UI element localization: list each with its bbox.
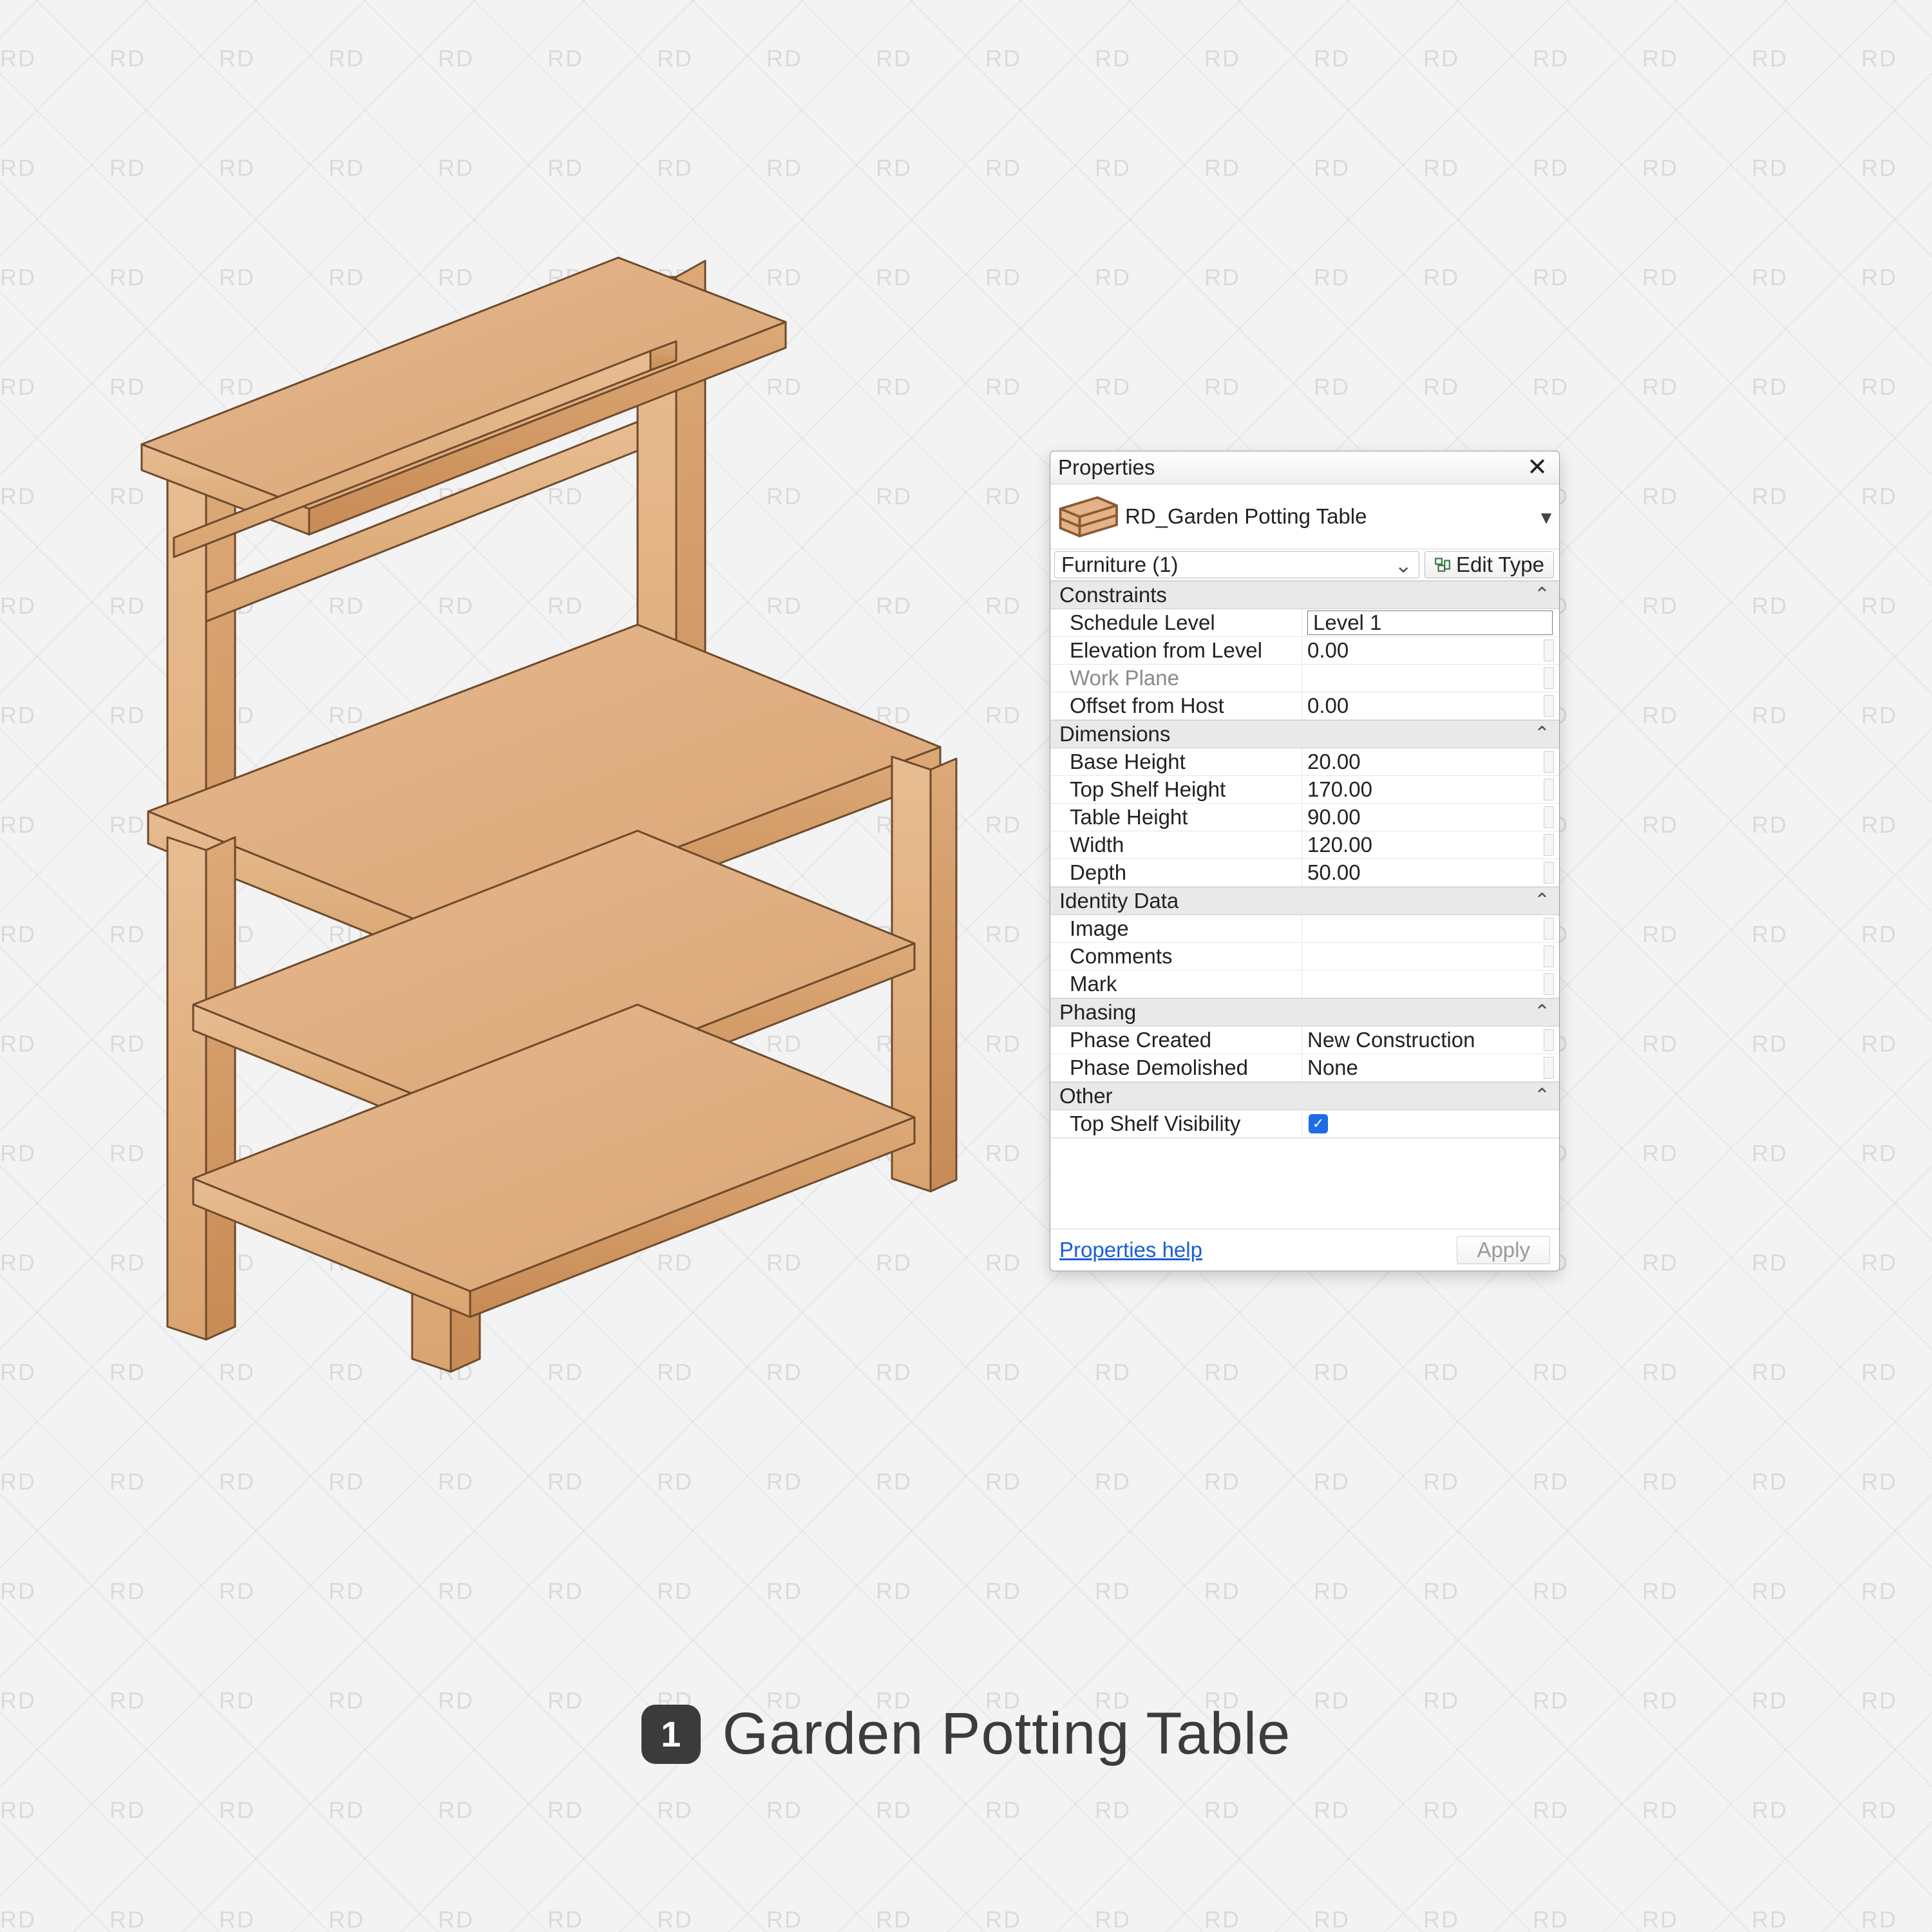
value-edit-buttons[interactable] xyxy=(1544,973,1554,995)
collapse-icon[interactable]: ⌃ xyxy=(1534,723,1550,746)
chevron-down-icon: ⌄ xyxy=(1394,553,1412,578)
value-edit-buttons[interactable] xyxy=(1544,639,1554,661)
property-row: Schedule LevelLevel 1 xyxy=(1050,609,1559,637)
value-edit-buttons[interactable] xyxy=(1544,834,1554,856)
collapse-icon[interactable]: ⌃ xyxy=(1534,583,1550,607)
property-row: Mark xyxy=(1050,971,1559,998)
properties-title: Properties xyxy=(1058,455,1155,480)
group-header[interactable]: Phasing ⌃ xyxy=(1050,998,1559,1027)
slide-caption: 1 Garden Potting Table xyxy=(0,1700,1932,1768)
collapse-icon[interactable]: ⌃ xyxy=(1534,1084,1550,1108)
collapse-icon[interactable]: ⌃ xyxy=(1534,1001,1550,1025)
group-header[interactable]: Dimensions ⌃ xyxy=(1050,720,1559,748)
property-label: Table Height xyxy=(1050,804,1302,831)
property-label: Depth xyxy=(1050,859,1302,886)
edit-type-button[interactable]: Edit Type xyxy=(1425,551,1554,578)
property-value[interactable]: 20.00 xyxy=(1307,750,1361,774)
property-value-input[interactable]: Level 1 xyxy=(1307,611,1553,635)
property-label: Offset from Host xyxy=(1050,692,1302,719)
property-row: Phase DemolishedNone xyxy=(1050,1054,1559,1082)
group-header[interactable]: Constraints ⌃ xyxy=(1050,581,1559,609)
group-name: Other xyxy=(1059,1084,1113,1108)
group-name: Dimensions xyxy=(1059,722,1170,746)
property-label: Comments xyxy=(1050,943,1302,970)
property-value[interactable]: 90.00 xyxy=(1307,805,1361,829)
edit-type-label: Edit Type xyxy=(1456,553,1544,577)
property-label: Base Height xyxy=(1050,748,1302,775)
property-label: Top Shelf Visibility xyxy=(1050,1110,1302,1137)
property-label: Top Shelf Height xyxy=(1050,776,1302,803)
property-value[interactable]: New Construction xyxy=(1307,1028,1475,1052)
property-row: Top Shelf Visibility ✓ xyxy=(1050,1110,1559,1138)
property-label: Image xyxy=(1050,915,1302,942)
property-row: Width120.00 xyxy=(1050,831,1559,859)
property-value[interactable]: 170.00 xyxy=(1307,777,1372,802)
value-edit-buttons[interactable] xyxy=(1544,1029,1554,1051)
group-header[interactable]: Other ⌃ xyxy=(1050,1082,1559,1110)
properties-panel: Properties ✕ RD_Garden Potting Table ▾ F… xyxy=(1050,451,1560,1271)
property-row: Elevation from Level0.00 xyxy=(1050,637,1559,665)
value-edit-buttons[interactable] xyxy=(1544,945,1554,967)
furniture-3d-preview xyxy=(129,232,966,1378)
property-value[interactable]: 120.00 xyxy=(1307,833,1372,857)
properties-help-link[interactable]: Properties help xyxy=(1059,1238,1202,1262)
property-row: Table Height90.00 xyxy=(1050,804,1559,831)
property-value[interactable]: None xyxy=(1307,1056,1358,1080)
type-name: RD_Garden Potting Table xyxy=(1125,504,1533,529)
property-label: Phase Demolished xyxy=(1050,1054,1302,1081)
value-edit-buttons[interactable] xyxy=(1544,918,1554,940)
value-edit-buttons[interactable] xyxy=(1544,1057,1554,1079)
property-label: Width xyxy=(1050,831,1302,858)
property-value[interactable]: 0.00 xyxy=(1307,638,1349,663)
group-header[interactable]: Identity Data ⌃ xyxy=(1050,887,1559,915)
property-row: Phase CreatedNew Construction xyxy=(1050,1027,1559,1054)
edit-type-icon xyxy=(1434,556,1451,573)
property-label: Phase Created xyxy=(1050,1027,1302,1054)
property-row: Depth50.00 xyxy=(1050,859,1559,887)
checkbox[interactable]: ✓ xyxy=(1309,1114,1328,1133)
property-value[interactable]: 0.00 xyxy=(1307,694,1349,718)
collapse-icon[interactable]: ⌃ xyxy=(1534,889,1550,913)
type-thumbnail-icon xyxy=(1056,491,1120,542)
slide-caption-text: Garden Potting Table xyxy=(723,1700,1291,1768)
instance-selector-text: Furniture (1) xyxy=(1061,553,1179,577)
value-edit-buttons[interactable] xyxy=(1544,667,1554,689)
value-edit-buttons[interactable] xyxy=(1544,779,1554,800)
type-selector-row[interactable]: RD_Garden Potting Table ▾ xyxy=(1050,484,1559,549)
property-row: Comments xyxy=(1050,943,1559,971)
value-edit-buttons[interactable] xyxy=(1544,862,1554,884)
property-row: Base Height20.00 xyxy=(1050,748,1559,776)
group-name: Phasing xyxy=(1059,1000,1136,1025)
group-name: Constraints xyxy=(1059,583,1167,607)
property-row: Offset from Host0.00 xyxy=(1050,692,1559,720)
property-label: Mark xyxy=(1050,971,1302,998)
instance-selector[interactable]: Furniture (1) ⌄ xyxy=(1054,551,1419,578)
property-value[interactable]: 50.00 xyxy=(1307,860,1361,885)
property-row: Top Shelf Height170.00 xyxy=(1050,776,1559,804)
group-name: Identity Data xyxy=(1059,889,1179,913)
value-edit-buttons[interactable] xyxy=(1544,695,1554,717)
property-label: Schedule Level xyxy=(1050,609,1302,636)
value-edit-buttons[interactable] xyxy=(1544,751,1554,773)
chevron-down-icon[interactable]: ▾ xyxy=(1533,504,1559,529)
property-row: Work Plane xyxy=(1050,665,1559,692)
property-label: Elevation from Level xyxy=(1050,637,1302,664)
properties-titlebar[interactable]: Properties ✕ xyxy=(1050,451,1559,484)
apply-button[interactable]: Apply xyxy=(1457,1236,1550,1264)
value-edit-buttons[interactable] xyxy=(1544,806,1554,828)
property-row: Image xyxy=(1050,915,1559,943)
property-label: Work Plane xyxy=(1050,665,1302,692)
slide-index-badge: 1 xyxy=(641,1705,701,1764)
close-icon[interactable]: ✕ xyxy=(1523,455,1551,480)
